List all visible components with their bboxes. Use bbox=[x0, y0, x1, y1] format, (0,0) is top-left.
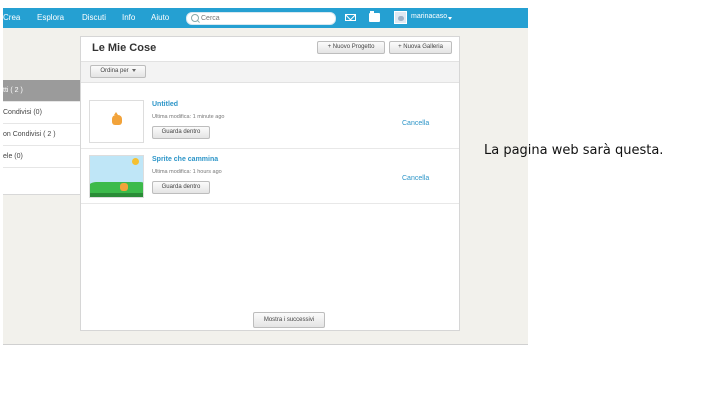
nav-about[interactable]: Info bbox=[122, 13, 135, 22]
search-box[interactable] bbox=[186, 12, 336, 25]
sun-icon bbox=[132, 158, 139, 165]
avatar[interactable] bbox=[394, 11, 407, 24]
show-more-button[interactable]: Mostra i successivi bbox=[253, 312, 325, 328]
nav-explore[interactable]: Esplora bbox=[37, 13, 64, 22]
sprite-cat-icon bbox=[112, 112, 122, 125]
thumbnail-ground bbox=[90, 193, 143, 197]
filter-bar: Ordina per bbox=[81, 61, 459, 83]
search-input[interactable] bbox=[201, 13, 331, 24]
nav-create[interactable]: Crea bbox=[3, 13, 20, 22]
nav-help[interactable]: Aiuto bbox=[151, 13, 169, 22]
sidebar-item-label: on Condivisi ( 2 ) bbox=[3, 131, 56, 138]
delete-link[interactable]: Cancella bbox=[402, 175, 429, 182]
sidebar-item-label: Condivisi (0) bbox=[3, 109, 42, 116]
sprite-cat-icon bbox=[120, 183, 128, 191]
browser-screenshot: Crea Esplora Discuti Info Aiuto marinaca… bbox=[3, 8, 528, 345]
my-stuff-folder-icon[interactable] bbox=[369, 11, 380, 22]
sidebar-item-label: tti ( 2 ) bbox=[3, 87, 23, 94]
sidebar: tti ( 2 ) Condivisi (0) on Condivisi ( 2… bbox=[3, 80, 80, 195]
delete-link[interactable]: Cancella bbox=[402, 120, 429, 127]
search-icon bbox=[191, 14, 199, 22]
top-navigation-bar: Crea Esplora Discuti Info Aiuto marinaca… bbox=[3, 8, 528, 28]
sidebar-item-label: ele (0) bbox=[3, 153, 23, 160]
sort-label: Ordina per bbox=[100, 68, 129, 74]
sidebar-item-shared[interactable]: Condivisi (0) bbox=[3, 102, 80, 124]
chevron-down-icon[interactable] bbox=[448, 17, 452, 20]
username[interactable]: marinacaso bbox=[411, 13, 447, 20]
new-gallery-button[interactable]: + Nuova Galleria bbox=[389, 41, 452, 54]
mail-icon[interactable] bbox=[345, 14, 356, 21]
project-last-modified: Ultima modifica: 1 minute ago bbox=[152, 114, 225, 120]
page-title: Le Mie Cose bbox=[92, 42, 157, 54]
sidebar-item-unshared[interactable]: on Condivisi ( 2 ) bbox=[3, 124, 80, 146]
new-project-button[interactable]: + Nuovo Progetto bbox=[317, 41, 385, 54]
project-title[interactable]: Untitled bbox=[152, 101, 178, 108]
project-last-modified: Ultima modifica: 1 hours ago bbox=[152, 169, 222, 175]
sort-dropdown[interactable]: Ordina per bbox=[90, 65, 146, 78]
project-thumbnail[interactable] bbox=[89, 155, 144, 198]
slide-annotation: La pagina web sarà questa. bbox=[484, 143, 664, 158]
project-thumbnail[interactable] bbox=[89, 100, 144, 143]
list-item: Sprite che cammina Ultima modifica: 1 ho… bbox=[81, 149, 459, 204]
list-item: Untitled Ultima modifica: 1 minute ago G… bbox=[81, 94, 459, 149]
chevron-down-icon bbox=[131, 68, 136, 72]
sidebar-item-all[interactable]: tti ( 2 ) bbox=[3, 80, 80, 102]
nav-discuss[interactable]: Discuti bbox=[82, 13, 106, 22]
see-inside-button[interactable]: Guarda dentro bbox=[152, 181, 210, 194]
project-title[interactable]: Sprite che cammina bbox=[152, 156, 218, 163]
sidebar-item-trash[interactable]: ele (0) bbox=[3, 146, 80, 168]
see-inside-button[interactable]: Guarda dentro bbox=[152, 126, 210, 139]
my-stuff-panel: Le Mie Cose + Nuovo Progetto + Nuova Gal… bbox=[80, 36, 460, 331]
